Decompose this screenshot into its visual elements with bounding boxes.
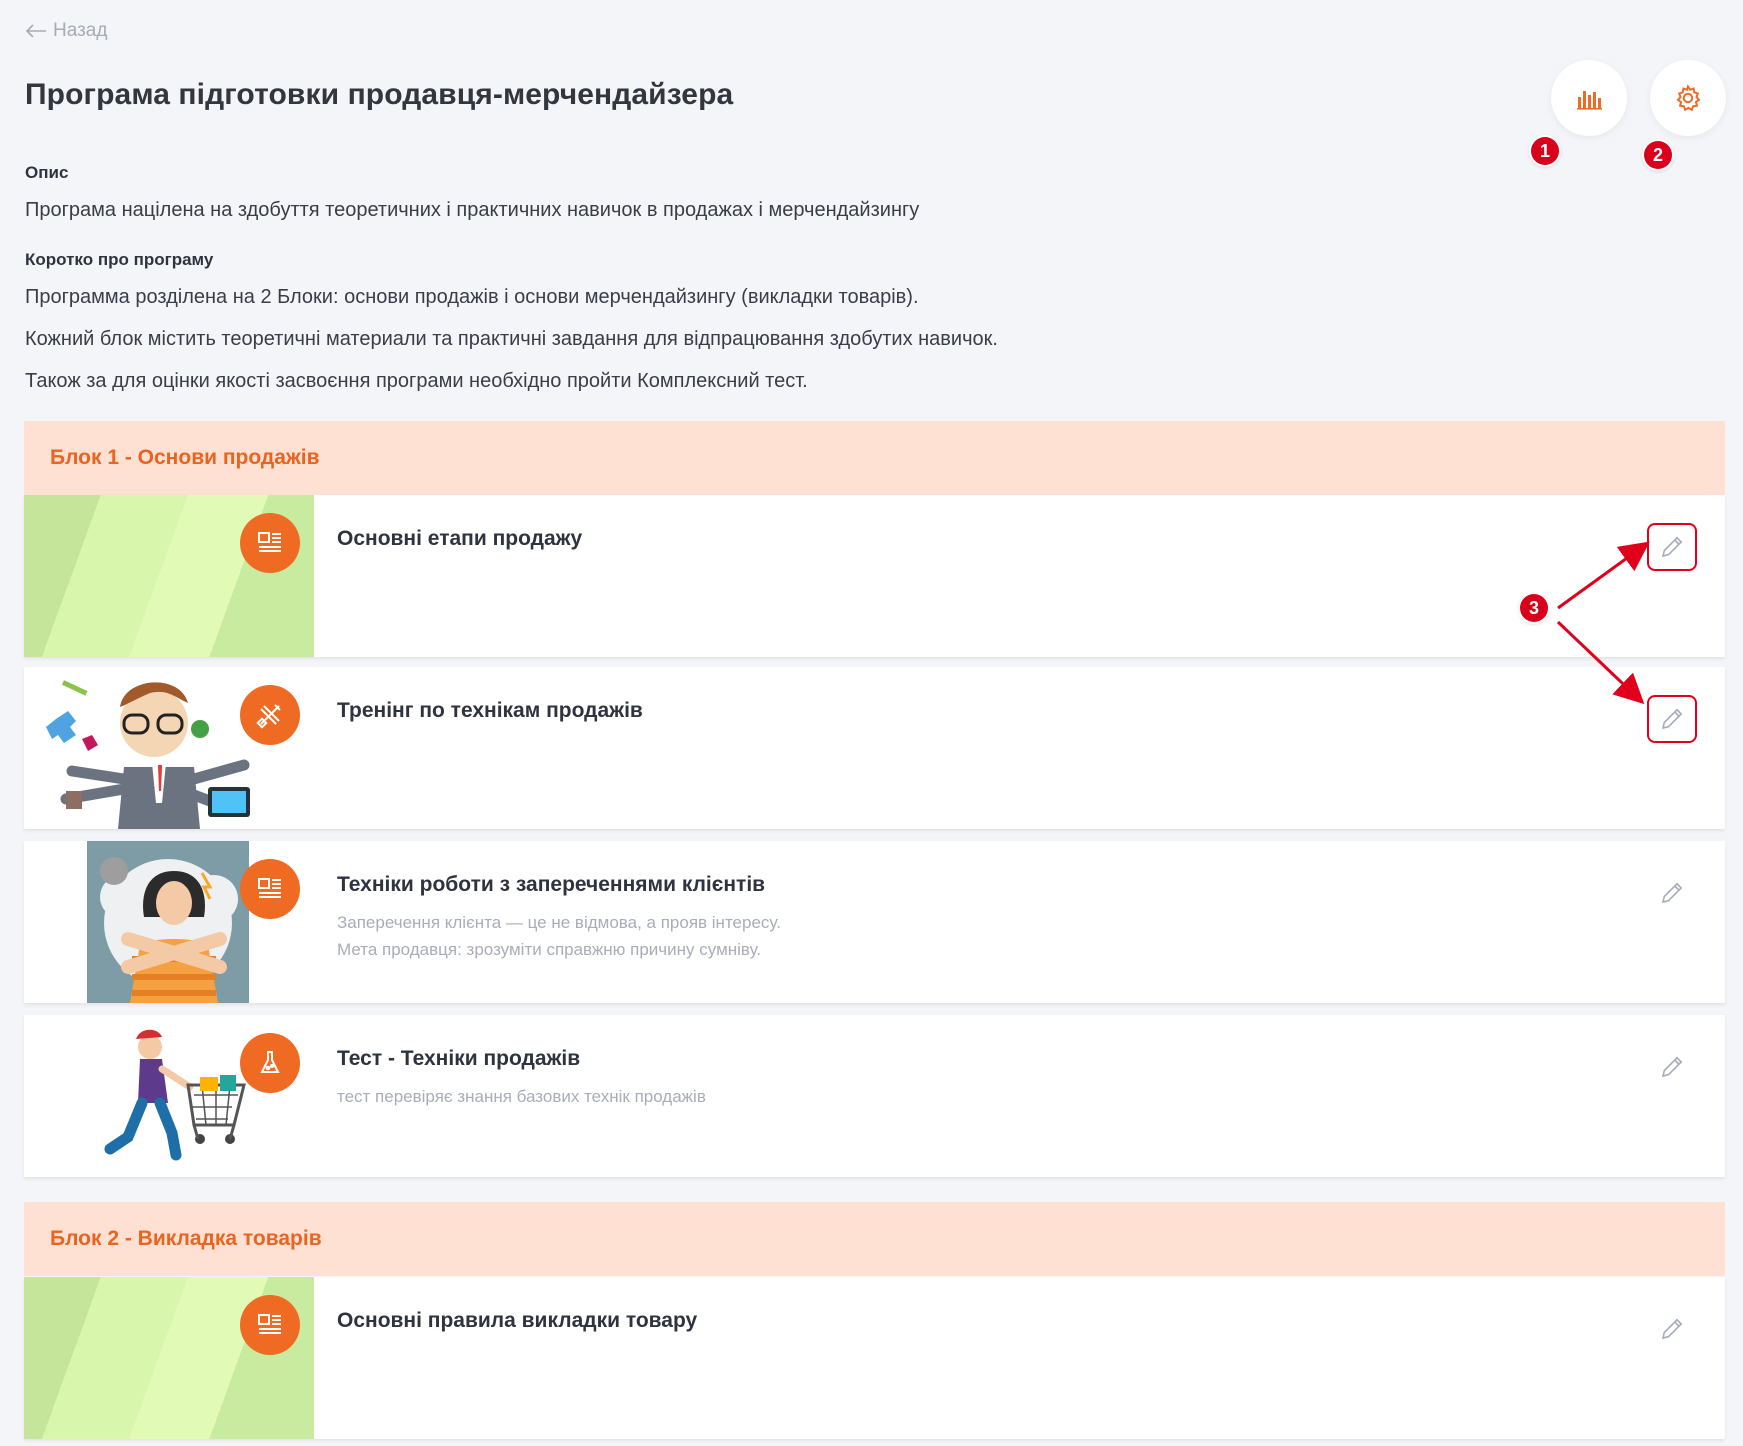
annotation-marker-2: 2 <box>1644 141 1672 169</box>
annotation-marker-3: 3 <box>1520 594 1548 622</box>
edit-button[interactable] <box>1647 523 1697 571</box>
back-label: Назад <box>53 20 108 41</box>
back-link[interactable]: Назад <box>25 20 107 42</box>
bar-chart-icon <box>1577 91 1602 110</box>
lesson-description: Заперечення клієнта — це не відмова, а п… <box>337 913 781 932</box>
summary-label: Коротко про програму <box>25 250 214 269</box>
description-label: Опис <box>25 163 69 182</box>
edit-button[interactable] <box>1647 1305 1697 1353</box>
pencil-icon <box>1661 1056 1683 1078</box>
gear-icon <box>1676 84 1701 112</box>
summary-line: Кожний блок містить теоретичні материали… <box>25 328 998 350</box>
article-icon <box>240 859 300 919</box>
block-title: Блок 1 - Основи продажів <box>50 446 320 469</box>
summary-line: Программа розділена на 2 Блоки: основи п… <box>25 286 919 308</box>
pencil-icon <box>1661 1318 1683 1340</box>
settings-button[interactable] <box>1650 60 1726 136</box>
lesson-description: тест перевіряє знання базових технік про… <box>337 1087 706 1106</box>
pencil-icon <box>1661 708 1683 730</box>
lesson-title: Основні правила викладки товару <box>337 1309 698 1332</box>
lesson-card[interactable]: Техніки роботи з запереченнями клієнтів … <box>24 841 1725 1003</box>
edit-button[interactable] <box>1647 869 1697 917</box>
lesson-card[interactable]: Основні етапи продажу <box>24 495 1725 657</box>
lesson-title: Техніки роботи з запереченнями клієнтів <box>337 873 766 896</box>
lesson-card[interactable]: Основні правила викладки товару <box>24 1277 1725 1439</box>
lesson-description: Мета продавця: зрозуміти справжню причин… <box>337 940 762 959</box>
arrow-left-icon <box>25 24 46 38</box>
annotation-marker-1: 1 <box>1531 137 1559 165</box>
pencil-icon <box>1661 882 1683 904</box>
lesson-title: Основні етапи продажу <box>337 527 583 550</box>
page-title: Програма підготовки продавця-мерчендайзе… <box>25 78 734 111</box>
summary-line: Також за для оцінки якості засвоєння про… <box>25 370 808 392</box>
block-title: Блок 2 - Викладка товарів <box>50 1227 322 1250</box>
statistics-button[interactable] <box>1551 60 1627 136</box>
pencil-icon <box>1661 536 1683 558</box>
lesson-title: Тренінг по технікам продажів <box>337 699 643 722</box>
description-text: Програма націлена на здобуття теоретични… <box>25 199 920 221</box>
edit-button[interactable] <box>1647 1043 1697 1091</box>
article-icon <box>240 1295 300 1355</box>
block-header[interactable]: Блок 1 - Основи продажів <box>24 421 1725 495</box>
flask-icon <box>240 1033 300 1093</box>
tools-icon <box>240 685 300 745</box>
lesson-card[interactable]: Тест - Техніки продажів тест перевіряє з… <box>24 1015 1725 1177</box>
lesson-card[interactable]: Тренінг по технікам продажів <box>24 667 1725 829</box>
edit-button[interactable] <box>1647 695 1697 743</box>
block-header[interactable]: Блок 2 - Викладка товарів <box>24 1202 1725 1276</box>
article-icon <box>240 513 300 573</box>
lesson-title: Тест - Техніки продажів <box>337 1047 581 1070</box>
